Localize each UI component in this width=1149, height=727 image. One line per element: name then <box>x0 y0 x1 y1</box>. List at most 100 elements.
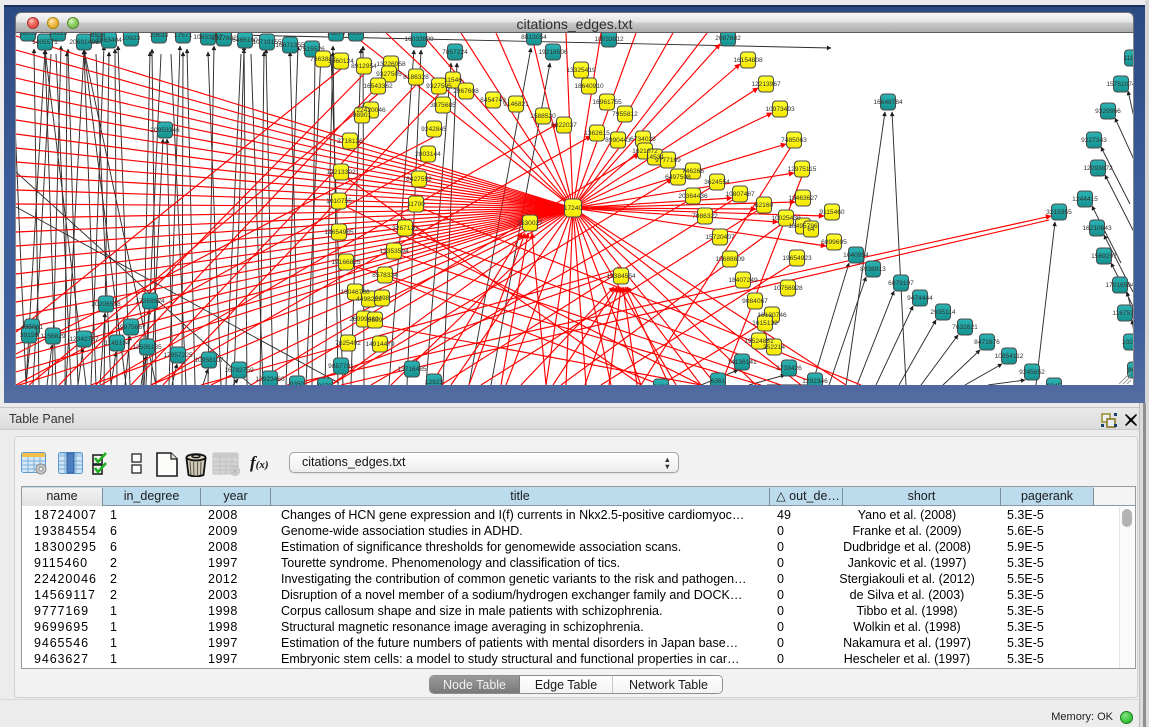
svg-text:19975867: 19975867 <box>116 324 146 331</box>
svg-text:16782759: 16782759 <box>224 367 254 374</box>
svg-text:98901: 98901 <box>353 112 372 119</box>
svg-text:3624554: 3624554 <box>704 179 730 186</box>
svg-text:1010755: 1010755 <box>326 198 352 205</box>
svg-text:10025438: 10025438 <box>771 215 801 222</box>
svg-text:10973493: 10973493 <box>765 106 795 113</box>
svg-text:7955812: 7955812 <box>612 111 638 118</box>
svg-text:10854112: 10854112 <box>995 353 1024 360</box>
svg-text:1167534: 1167534 <box>1112 310 1134 317</box>
svg-text:8186328: 8186328 <box>403 74 429 81</box>
svg-text:9327505: 9327505 <box>376 71 402 78</box>
svg-text:19654923: 19654923 <box>782 255 812 262</box>
svg-text:17016504: 17016504 <box>1105 282 1134 289</box>
svg-text:19218506: 19218506 <box>538 49 568 56</box>
svg-text:13716485: 13716485 <box>397 366 427 373</box>
svg-text:2087682: 2087682 <box>715 35 741 42</box>
svg-text:2803144: 2803144 <box>415 151 441 158</box>
svg-text:10244: 10244 <box>1122 339 1134 346</box>
svg-text:18853: 18853 <box>19 33 38 37</box>
svg-text:6879197: 6879197 <box>888 280 914 287</box>
svg-text:3267130: 3267130 <box>392 225 418 232</box>
svg-text:7857224: 7857224 <box>442 49 468 56</box>
svg-text:9245: 9245 <box>1047 383 1062 385</box>
svg-text:18033812: 18033812 <box>594 36 624 43</box>
svg-text:20364436: 20364436 <box>678 193 708 200</box>
svg-text:16648784: 16648784 <box>873 99 903 106</box>
svg-text:8990443: 8990443 <box>605 137 631 144</box>
svg-text:9329966: 9329966 <box>1095 108 1121 115</box>
svg-text:12213302: 12213302 <box>326 169 356 176</box>
svg-text:14914479: 14914479 <box>365 341 395 348</box>
svg-text:18640910: 18640910 <box>574 83 604 90</box>
svg-text:6497508: 6497508 <box>665 174 691 181</box>
svg-text:9084067: 9084067 <box>742 298 768 305</box>
svg-text:7986322: 7986322 <box>692 213 718 220</box>
svg-text:8813054: 8813054 <box>521 34 547 41</box>
svg-text:8912954: 8912954 <box>351 63 377 70</box>
svg-text:7632621: 7632621 <box>952 324 978 331</box>
svg-text:10807487: 10807487 <box>725 191 755 198</box>
svg-text:9245652: 9245652 <box>1019 369 1045 376</box>
svg-text:8678: 8678 <box>318 383 333 385</box>
svg-text:15751074: 15751074 <box>1106 81 1134 88</box>
svg-text:1569297: 1569297 <box>1091 253 1117 260</box>
svg-text:17240: 17240 <box>564 205 583 212</box>
svg-text:10756928: 10756928 <box>773 285 803 292</box>
svg-text:6361: 6361 <box>711 378 726 385</box>
svg-text:19654985: 19654985 <box>324 229 354 236</box>
svg-text:9242845: 9242845 <box>421 126 447 133</box>
svg-text:1362615: 1362615 <box>584 130 610 137</box>
svg-text:16154808: 16154808 <box>733 57 763 64</box>
svg-text:20515: 20515 <box>49 33 68 37</box>
svg-text:13226058: 13226058 <box>376 61 406 68</box>
svg-text:16120746: 16120746 <box>757 312 787 319</box>
svg-text:18407249: 18407249 <box>728 277 758 284</box>
svg-text:20953346: 20953346 <box>150 127 180 134</box>
svg-text:9327505: 9327505 <box>426 83 452 90</box>
svg-text:2530027: 2530027 <box>517 220 543 227</box>
svg-text:19166825: 19166825 <box>331 259 361 266</box>
svg-text:9146821: 9146821 <box>503 101 529 108</box>
svg-text:20691406: 20691406 <box>69 39 99 46</box>
svg-text:12213967: 12213967 <box>751 81 781 88</box>
svg-text:2718126: 2718126 <box>337 138 363 145</box>
svg-text:6899695: 6899695 <box>821 239 847 246</box>
svg-text:19384554: 19384554 <box>606 273 636 280</box>
svg-text:7625402: 7625402 <box>335 340 361 347</box>
svg-text:1405571: 1405571 <box>32 39 58 46</box>
svg-text:14136141: 14136141 <box>727 359 757 366</box>
svg-text:8471676: 8471676 <box>974 339 1000 346</box>
svg-text:11700: 11700 <box>407 201 425 208</box>
svg-text:1640954: 1640954 <box>843 252 869 259</box>
svg-text:13353594: 13353594 <box>379 248 409 255</box>
svg-text:1615132: 1615132 <box>752 320 778 327</box>
svg-text:4498: 4498 <box>375 295 390 302</box>
svg-text:11124: 11124 <box>1123 55 1134 62</box>
svg-text:8123: 8123 <box>654 384 669 385</box>
svg-text:17957225: 17957225 <box>163 352 193 359</box>
svg-text:62160: 62160 <box>755 202 774 209</box>
svg-text:17359924: 17359924 <box>135 298 165 305</box>
svg-text:12923: 12923 <box>425 379 444 385</box>
svg-text:12975115: 12975115 <box>788 166 817 173</box>
svg-text:12093872: 12093872 <box>1083 165 1113 172</box>
svg-text:16873: 16873 <box>327 33 346 37</box>
svg-text:16210643: 16210643 <box>1082 225 1112 232</box>
svg-text:6734028: 6734028 <box>630 136 656 143</box>
svg-text:9777169: 9777169 <box>655 157 681 164</box>
svg-text:18463627: 18463627 <box>788 195 818 202</box>
svg-text:7485063: 7485063 <box>781 137 807 144</box>
svg-text:16543362: 16543362 <box>363 83 393 90</box>
svg-text:3215955: 3215955 <box>1046 209 1072 216</box>
svg-text:10688609: 10688609 <box>715 256 745 263</box>
svg-text:20633: 20633 <box>150 33 169 39</box>
svg-text:9857791: 9857791 <box>328 363 354 370</box>
svg-text:64: 64 <box>807 226 815 233</box>
svg-text:20206578: 20206578 <box>91 301 121 308</box>
svg-text:15720407: 15720407 <box>705 234 735 241</box>
svg-text:1145194: 1145194 <box>104 340 130 347</box>
svg-text:1733426: 1733426 <box>776 365 802 372</box>
svg-text:11546: 11546 <box>444 77 462 84</box>
svg-text:12505185: 12505185 <box>132 344 162 351</box>
svg-text:39159: 39159 <box>20 332 39 339</box>
